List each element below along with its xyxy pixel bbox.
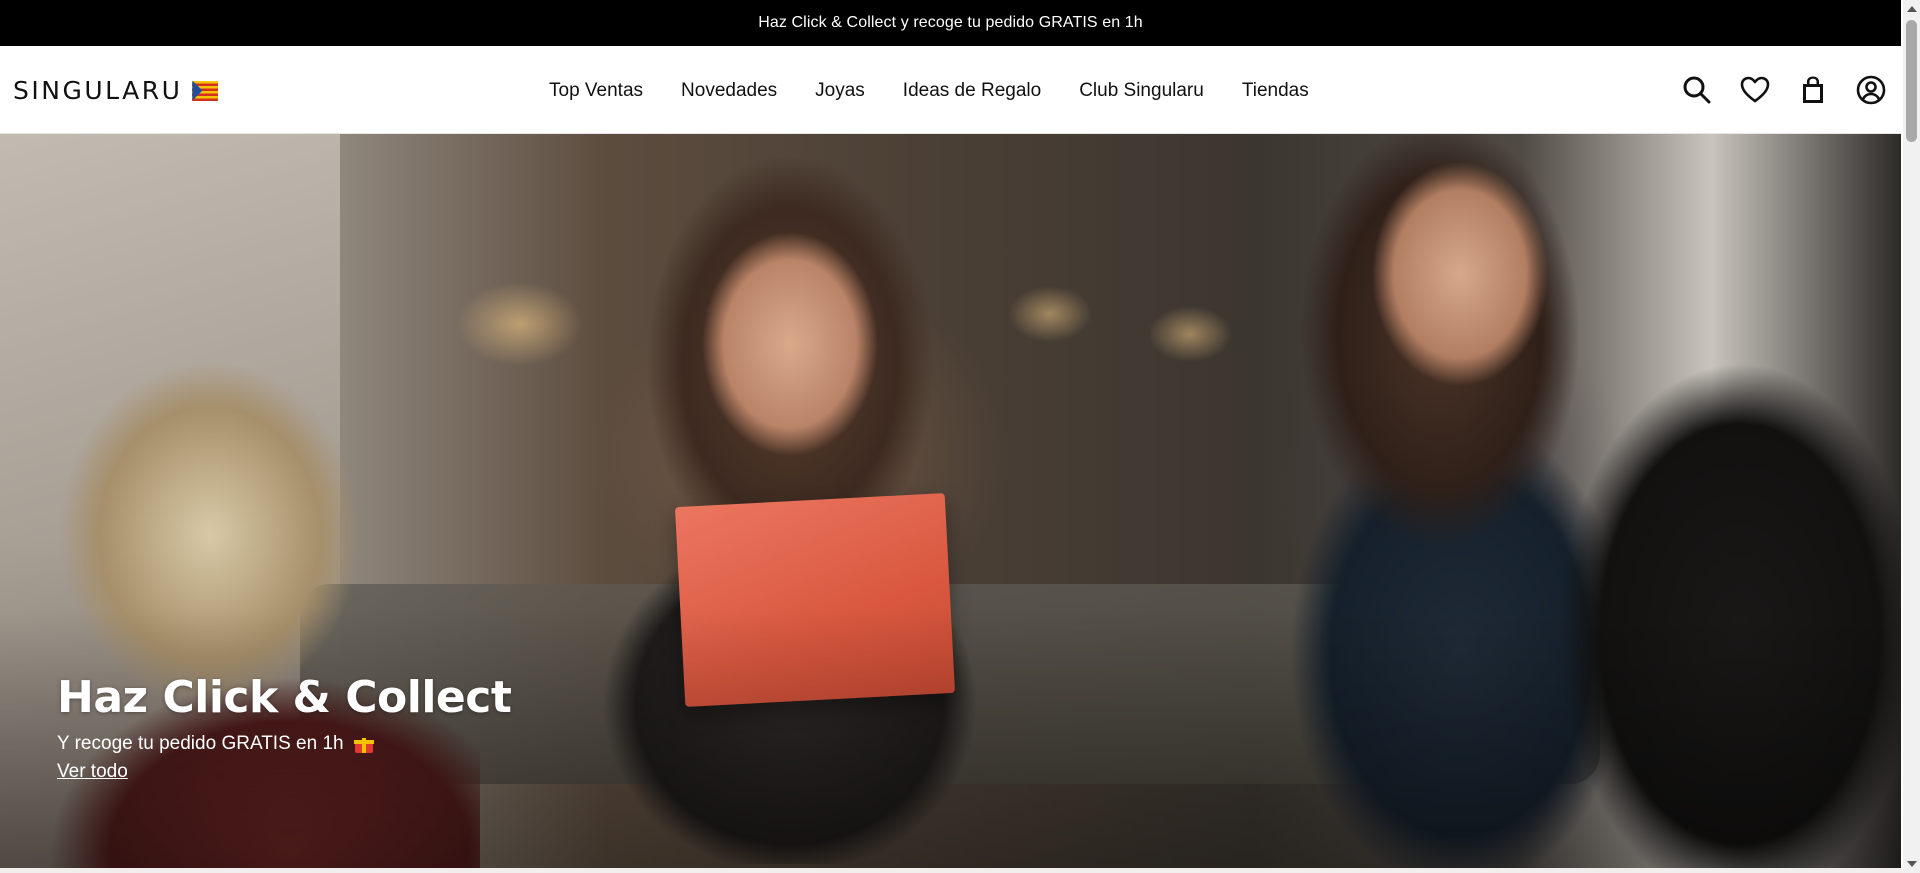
hero-title: Haz Click & Collect: [57, 672, 512, 723]
page-scrollbar[interactable]: [1903, 0, 1920, 873]
valencia-flag-icon: [192, 80, 219, 101]
header-actions: [1668, 70, 1900, 110]
nav-item-joyas[interactable]: Joyas: [815, 80, 865, 102]
search-icon: [1683, 76, 1711, 104]
hero-subtitle-text: Y recoge tu pedido GRATIS en 1h: [57, 733, 344, 754]
logo[interactable]: SINGULARU: [13, 76, 219, 105]
heart-icon: [1740, 76, 1770, 103]
hero-content: Haz Click & Collect Y recoge tu pedido G…: [57, 672, 512, 783]
hero-banner[interactable]: Haz Click & Collect Y recoge tu pedido G…: [0, 134, 1901, 868]
search-button[interactable]: [1668, 70, 1726, 110]
main-nav: Top Ventas Novedades Joyas Ideas de Rega…: [549, 80, 1309, 102]
nav-item-top-ventas[interactable]: Top Ventas: [549, 80, 643, 102]
nav-item-ideas-de-regalo[interactable]: Ideas de Regalo: [903, 80, 1041, 102]
scrollbar-thumb[interactable]: [1906, 20, 1917, 142]
nav-item-novedades[interactable]: Novedades: [681, 80, 777, 102]
nav-item-tiendas[interactable]: Tiendas: [1242, 80, 1309, 102]
announcement-text: Haz Click & Collect y recoge tu pedido G…: [758, 14, 1143, 31]
nav-item-club-singularu[interactable]: Club Singularu: [1079, 80, 1204, 102]
page-bottom-edge: [0, 868, 1903, 873]
cart-button[interactable]: [1784, 70, 1842, 110]
scroll-up-arrow-icon[interactable]: [1907, 6, 1917, 12]
view-all-link[interactable]: Ver todo: [57, 761, 128, 783]
scroll-down-arrow-icon[interactable]: [1907, 861, 1917, 867]
wishlist-button[interactable]: [1726, 70, 1784, 110]
account-icon: [1856, 75, 1886, 105]
hero-subtitle: Y recoge tu pedido GRATIS en 1h: [57, 733, 511, 755]
site-header: SINGULARU Top Ventas Novedades Joyas Ide…: [0, 46, 1901, 134]
bag-icon: [1803, 76, 1823, 103]
logo-text: SINGULARU: [13, 76, 183, 105]
account-button[interactable]: [1842, 70, 1900, 110]
gift-icon: [353, 735, 374, 753]
announcement-bar: Haz Click & Collect y recoge tu pedido G…: [0, 0, 1901, 46]
